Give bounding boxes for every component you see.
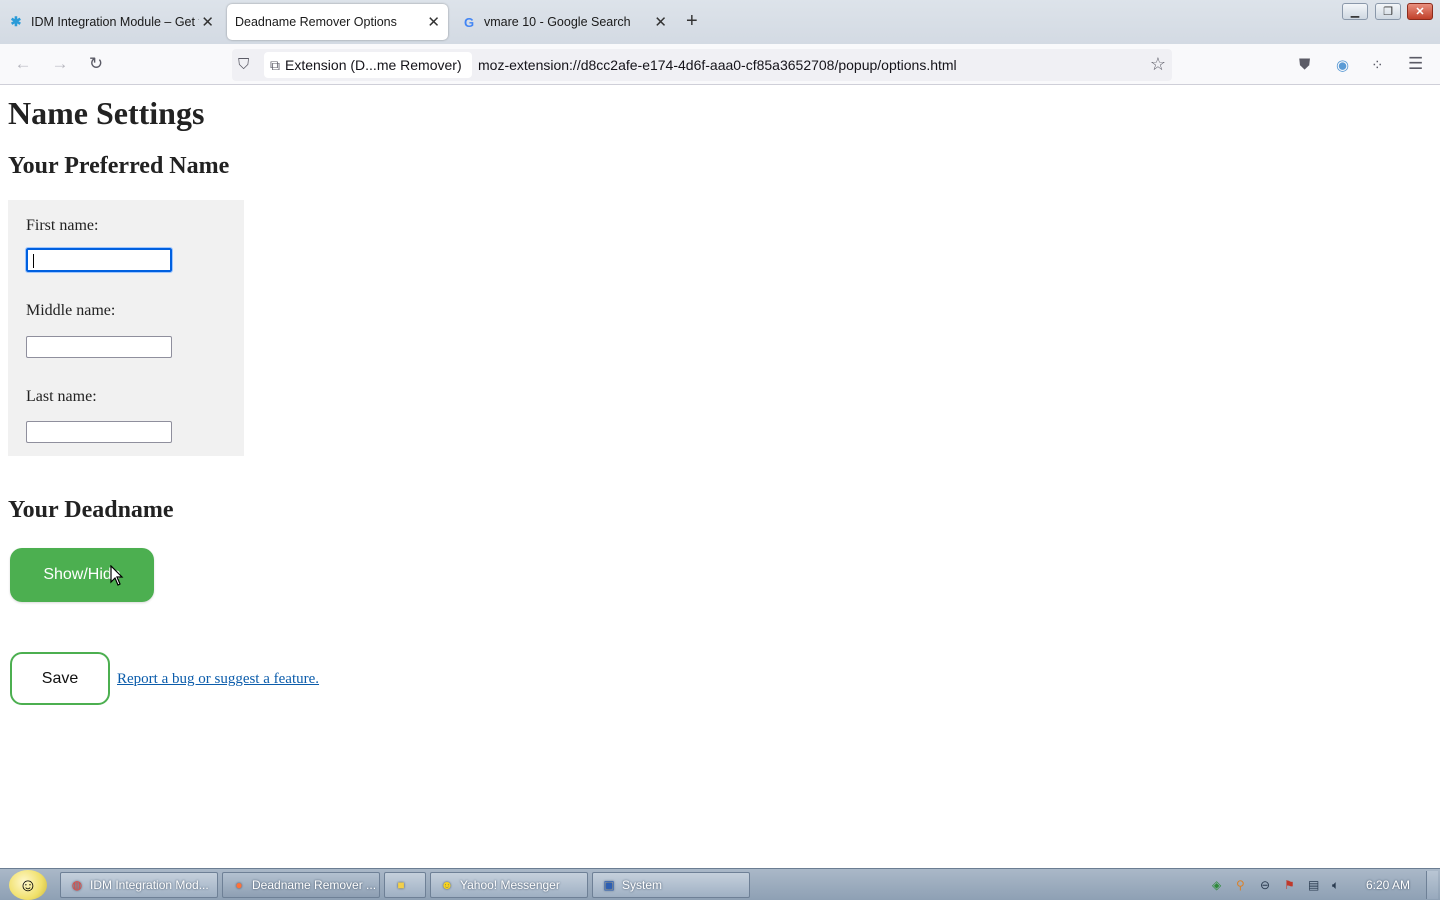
- bookmark-star-icon[interactable]: ☆: [1150, 54, 1166, 75]
- google-icon: G: [463, 14, 475, 30]
- report-bug-link[interactable]: Report a bug or suggest a feature.: [117, 671, 319, 688]
- tab-strip: ✱ IDM Integration Module – Get t ✕ Deadn…: [0, 0, 1440, 44]
- reload-icon[interactable]: ↻: [85, 54, 107, 74]
- middle-name-label: Middle name:: [26, 302, 116, 319]
- mouse-cursor-icon: [110, 564, 124, 592]
- pocket-icon[interactable]: ⛊: [1299, 56, 1310, 73]
- taskbar-item-deadname[interactable]: ● Deadname Remover ...: [222, 872, 380, 898]
- back-icon[interactable]: ←: [12, 54, 34, 74]
- tab-title: IDM Integration Module – Get t: [31, 15, 199, 29]
- last-name-input[interactable]: [26, 421, 172, 443]
- alert-tray-icon[interactable]: ⚑: [1284, 878, 1295, 892]
- window-close-icon[interactable]: ✕: [1407, 3, 1433, 20]
- menu-icon[interactable]: ☰: [1408, 54, 1423, 74]
- extension-icon[interactable]: ⁘: [1371, 56, 1384, 74]
- taskbar-item-label: Deadname Remover ...: [252, 878, 377, 892]
- tab-idm-integration[interactable]: ✱ IDM Integration Module – Get t ✕: [0, 4, 222, 40]
- tracking-protection-icon[interactable]: ⛉: [238, 56, 249, 73]
- text-caret: [33, 254, 34, 268]
- extension-flag-icon[interactable]: ◉: [1336, 56, 1349, 74]
- firefox-icon: ●: [235, 878, 243, 892]
- last-name-label: Last name:: [26, 388, 97, 405]
- smiley-icon: ☺: [18, 874, 38, 895]
- forward-icon[interactable]: →: [49, 54, 71, 74]
- taskbar-item-label: IDM Integration Mod...: [90, 878, 209, 892]
- show-hide-button[interactable]: Show/Hide: [10, 548, 154, 602]
- yahoo-messenger-icon: ☻: [440, 878, 454, 892]
- messenger-tray-icon[interactable]: ⊖: [1260, 878, 1270, 892]
- tab-google-search[interactable]: G vmare 10 - Google Search ✕: [453, 4, 675, 40]
- taskbar-item-label: System: [622, 878, 663, 892]
- restore-icon[interactable]: ❐: [1375, 3, 1401, 20]
- network-icon[interactable]: ▤: [1308, 878, 1319, 892]
- taskbar-item-folder[interactable]: ■: [384, 872, 426, 898]
- first-name-label: First name:: [26, 217, 99, 234]
- network-globe-icon[interactable]: ◈: [1212, 878, 1221, 892]
- start-button[interactable]: ☺: [9, 870, 47, 900]
- taskbar-clock[interactable]: 6:20 AM: [1366, 878, 1410, 892]
- url-bar[interactable]: ⛉ ⧉ Extension (D...me Remover) moz-exten…: [232, 49, 1172, 81]
- minimize-icon[interactable]: ▁: [1342, 3, 1368, 20]
- taskbar-item-idm[interactable]: ◍ IDM Integration Mod...: [60, 872, 218, 898]
- close-tab-icon[interactable]: ✕: [427, 13, 440, 31]
- close-tab-icon[interactable]: ✕: [654, 13, 667, 31]
- puzzle-icon: ⧉: [270, 56, 280, 73]
- preferred-name-heading: Your Preferred Name: [8, 153, 230, 179]
- deadname-heading: Your Deadname: [8, 497, 174, 523]
- volume-icon[interactable]: 🔈︎: [1332, 878, 1339, 893]
- system-icon: ▣: [603, 878, 615, 892]
- middle-name-input[interactable]: [26, 336, 172, 358]
- new-tab-icon[interactable]: +: [686, 10, 698, 33]
- save-button[interactable]: Save: [10, 652, 110, 705]
- first-name-input[interactable]: [25, 247, 173, 273]
- taskbar-item-label: Yahoo! Messenger: [460, 878, 560, 892]
- close-tab-icon[interactable]: ✕: [201, 13, 214, 31]
- navigation-bar: ← → ↻ ⛉ ⧉ Extension (D...me Remover) moz…: [0, 44, 1440, 85]
- preferred-name-form: First name: Middle name: Last name:: [8, 200, 244, 456]
- chrome-icon: ◍: [71, 878, 83, 892]
- show-desktop-button[interactable]: [1426, 871, 1438, 899]
- taskbar-item-yahoo[interactable]: ☻ Yahoo! Messenger: [430, 872, 588, 898]
- tab-title: vmare 10 - Google Search: [484, 15, 631, 29]
- site-identity[interactable]: ⧉ Extension (D...me Remover): [264, 52, 472, 78]
- page-title: Name Settings: [8, 95, 205, 131]
- identity-label: Extension (D...me Remover): [285, 57, 462, 73]
- folder-icon: ■: [397, 878, 405, 892]
- search-icon[interactable]: ⚲: [1236, 878, 1245, 892]
- taskbar: ☺ ◍ IDM Integration Mod... ● Deadname Re…: [0, 868, 1440, 900]
- url-text[interactable]: moz-extension://d8cc2afe-e174-4d6f-aaa0-…: [478, 57, 957, 73]
- options-page: Name Settings Your Preferred Name First …: [0, 86, 1440, 868]
- idm-icon: ✱: [10, 14, 22, 29]
- taskbar-item-system[interactable]: ▣ System: [592, 872, 750, 898]
- tab-deadname-options[interactable]: Deadname Remover Options ✕: [227, 4, 448, 40]
- tab-title: Deadname Remover Options: [235, 15, 397, 29]
